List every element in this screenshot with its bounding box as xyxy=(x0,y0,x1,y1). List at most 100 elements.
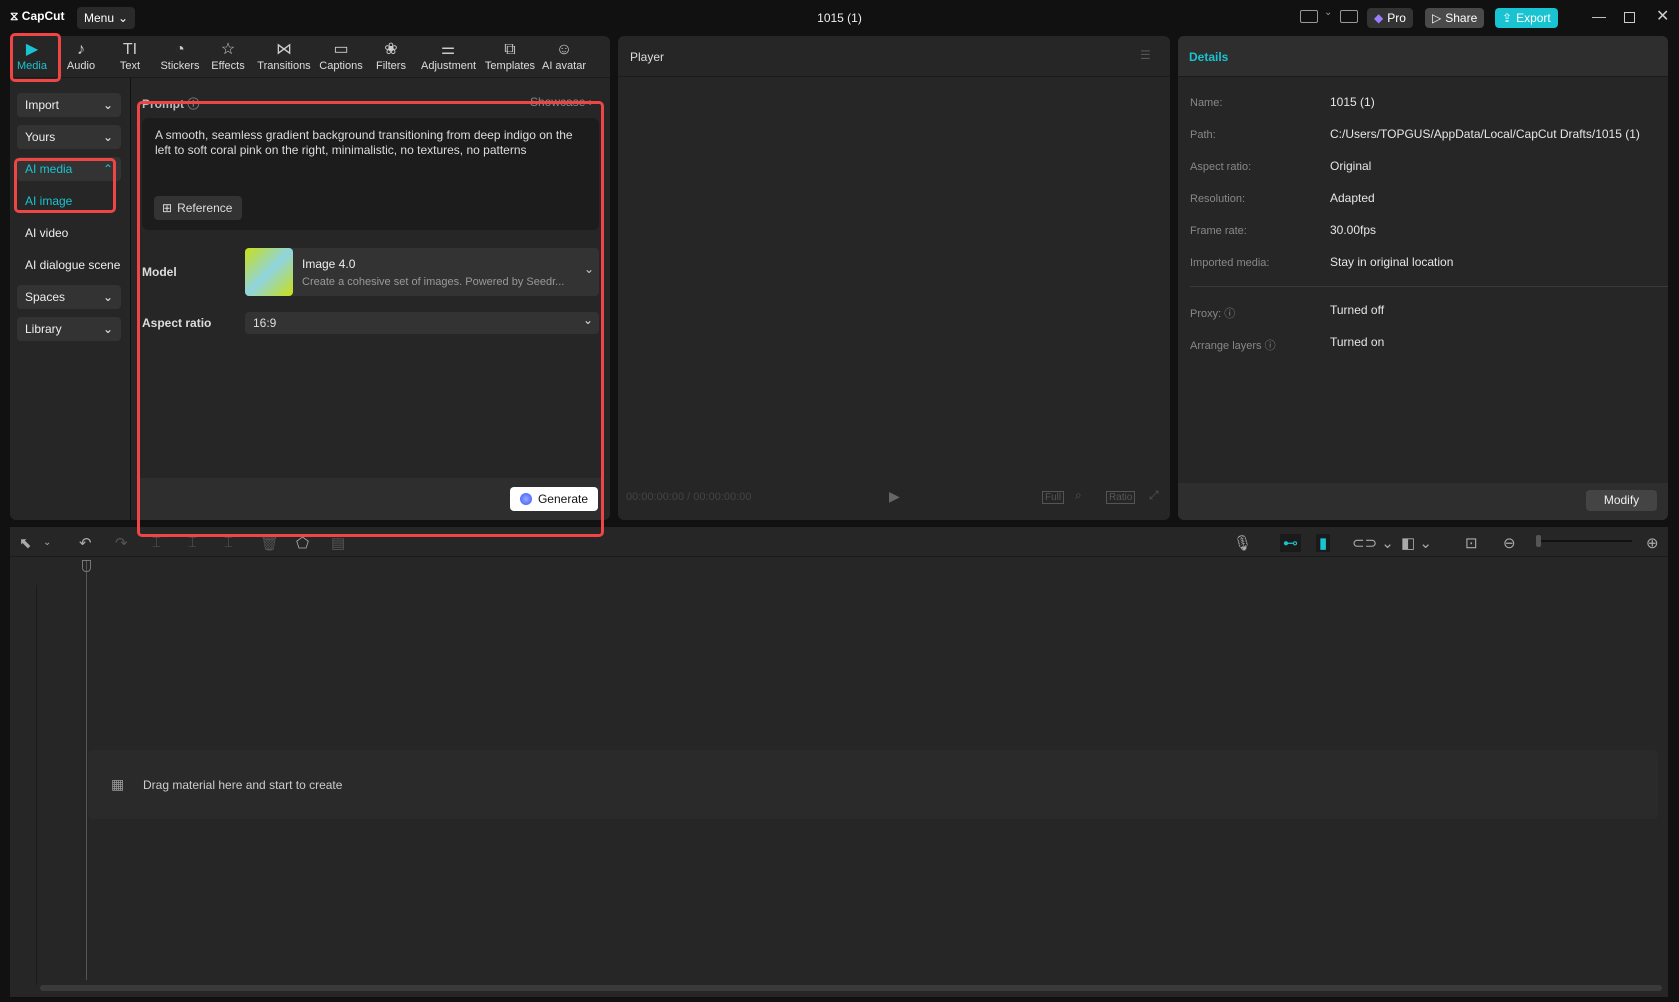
tab-effects[interactable]: ☆ Effects xyxy=(201,40,255,72)
playhead-handle[interactable] xyxy=(82,560,91,572)
detail-label: Frame rate: xyxy=(1190,225,1247,237)
sidebar-library[interactable]: Library ⌄ xyxy=(17,317,121,341)
help-icon: ⓘ xyxy=(1264,340,1276,352)
detail-value: C:/Users/TOPGUS/AppData/Local/CapCut Dra… xyxy=(1330,127,1640,141)
chevron-right-icon: › xyxy=(588,95,593,109)
prompt-textarea[interactable]: A smooth, seamless gradient background t… xyxy=(155,128,585,158)
select-tool-icon[interactable]: ⬉ xyxy=(19,534,32,552)
model-description: Create a cohesive set of images. Powered… xyxy=(302,276,565,288)
tabs-divider xyxy=(10,77,610,78)
split-icon[interactable]: ⌶ xyxy=(152,534,161,551)
timeline-scrollbar[interactable] xyxy=(40,985,1662,991)
preview-axis-icon[interactable]: ◧ ⌄ xyxy=(1401,534,1432,552)
sidebar-ai-dialogue-scene[interactable]: AI dialogue scene xyxy=(17,253,129,277)
tab-audio[interactable]: ♪ Audio xyxy=(54,40,108,72)
auto-snap-icon[interactable]: ▮ xyxy=(1316,534,1331,552)
filters-icon: ❀ xyxy=(384,41,398,58)
layout-icon[interactable] xyxy=(1300,10,1318,23)
details-panel xyxy=(1178,36,1668,520)
details-divider xyxy=(1190,286,1668,287)
timeline-empty-text: Drag material here and start to create xyxy=(143,778,343,792)
zoom-in-icon[interactable]: ⊕ xyxy=(1646,534,1659,552)
zoom-fit-icon[interactable]: ⌕ xyxy=(1075,488,1082,503)
zoom-slider[interactable] xyxy=(1536,535,1632,547)
tab-media[interactable]: ▶ Media xyxy=(5,40,59,72)
image-add-icon: ⊞ xyxy=(162,201,173,215)
media-icon: ▶ xyxy=(25,41,39,58)
player-timecode: 00:00:00:00 / 00:00:00:00 xyxy=(626,491,752,503)
player-panel xyxy=(618,36,1170,520)
sidebar-spaces[interactable]: Spaces ⌄ xyxy=(17,285,121,309)
split-right-icon[interactable]: ⌶ xyxy=(224,534,233,551)
zoom-out-icon[interactable]: ⊖ xyxy=(1503,534,1516,552)
help-icon: ⓘ xyxy=(1224,308,1236,320)
menu-icon[interactable]: ☰ xyxy=(1140,48,1151,62)
microphone-icon[interactable]: 🎙 xyxy=(1233,534,1252,552)
templates-icon: ⧉ xyxy=(504,41,516,58)
ratio-button[interactable]: Ratio xyxy=(1106,491,1136,504)
split-left-icon[interactable]: ⌶ xyxy=(188,534,197,551)
adjustment-icon: ⚌ xyxy=(440,41,456,58)
model-thumbnail xyxy=(245,248,293,296)
sidebar-ai-image[interactable]: AI image xyxy=(17,189,121,213)
sidebar-ai-media[interactable]: AI media ⌃ xyxy=(17,157,121,181)
sidebar-yours[interactable]: Yours ⌄ xyxy=(17,125,121,149)
redo-icon[interactable]: ↷ xyxy=(115,534,128,552)
share-button[interactable]: ▷ Share xyxy=(1425,8,1485,28)
delete-icon[interactable]: 🗑 xyxy=(260,534,279,552)
detail-value: 30.00fps xyxy=(1330,223,1377,237)
minimize-icon[interactable]: — xyxy=(1592,8,1606,24)
text-icon: TI xyxy=(122,41,138,58)
export-icon: ⇪ xyxy=(1502,11,1513,25)
detail-label: Resolution: xyxy=(1190,193,1246,205)
details-title: Details xyxy=(1189,50,1229,64)
sidebar-ai-video[interactable]: AI video xyxy=(17,221,121,245)
model-select[interactable] xyxy=(245,248,599,296)
app-logo: ⧖ CapCut xyxy=(10,9,65,23)
detail-value: Original xyxy=(1330,159,1372,173)
close-icon[interactable]: ✕ xyxy=(1656,6,1669,26)
tab-transitions[interactable]: ⋈ Transitions xyxy=(257,40,311,72)
freeze-icon[interactable]: ▤ xyxy=(331,534,345,552)
tab-filters[interactable]: ❀ Filters xyxy=(364,40,418,72)
tab-text[interactable]: TI Text xyxy=(103,40,157,72)
reference-button[interactable]: ⊞ Reference xyxy=(154,196,242,220)
playhead[interactable] xyxy=(82,560,91,980)
link-icon[interactable]: ⊂⊃ ⌄ xyxy=(1352,534,1394,552)
tab-adjustment[interactable]: ⚌ Adjustment xyxy=(421,40,476,72)
model-name: Image 4.0 xyxy=(302,257,356,271)
generate-button[interactable]: Generate xyxy=(510,487,598,511)
chevron-down-icon[interactable]: ⌄ xyxy=(1324,7,1332,18)
fullscreen-icon[interactable]: ⤢ xyxy=(1149,488,1159,503)
maximize-icon[interactable] xyxy=(1624,12,1635,23)
pro-button[interactable]: ◆ Pro xyxy=(1367,8,1413,28)
tab-stickers[interactable]: ◔ Stickers xyxy=(153,40,207,72)
full-button[interactable]: Full xyxy=(1042,491,1065,504)
menu-button[interactable]: Menu ⌄ xyxy=(77,7,136,29)
modify-button[interactable]: Modify xyxy=(1586,490,1657,511)
tab-captions[interactable]: ▭ Captions xyxy=(314,40,368,72)
aspect-ratio-select[interactable]: 16:9 ⌄ xyxy=(245,312,599,334)
proxy-value: Turned off xyxy=(1330,303,1385,317)
help-icon: ⓘ xyxy=(187,97,200,111)
tab-ai-avatar[interactable]: ☺ AI avatar xyxy=(537,40,591,72)
fit-timeline-icon[interactable]: ⊡ xyxy=(1465,534,1478,552)
main-track-magnet-icon[interactable]: ⊷ xyxy=(1280,534,1301,552)
audio-icon: ♪ xyxy=(77,41,85,58)
shortcut-icon[interactable] xyxy=(1340,10,1358,23)
detail-value: Adapted xyxy=(1330,191,1375,205)
share-icon: ▷ xyxy=(1432,11,1442,25)
sidebar-import[interactable]: Import ⌄ xyxy=(17,93,121,117)
arrange-layers-label: Arrange layers ⓘ xyxy=(1190,340,1276,352)
undo-icon[interactable]: ↶ xyxy=(79,534,92,552)
play-icon[interactable]: ▶ xyxy=(889,488,900,505)
chevron-down-icon[interactable]: ⌄ xyxy=(43,537,51,548)
showcase-link[interactable]: Showcase › xyxy=(530,95,593,109)
proxy-label: Proxy: ⓘ xyxy=(1190,308,1236,320)
sidebar-divider xyxy=(130,78,131,520)
zoom-slider-handle[interactable] xyxy=(1536,535,1541,547)
tab-templates[interactable]: ⧉ Templates xyxy=(483,40,537,72)
marker-icon[interactable]: ⬠ xyxy=(296,534,309,552)
export-button[interactable]: ⇪ Export xyxy=(1495,8,1558,28)
player-header-divider xyxy=(618,76,1170,77)
